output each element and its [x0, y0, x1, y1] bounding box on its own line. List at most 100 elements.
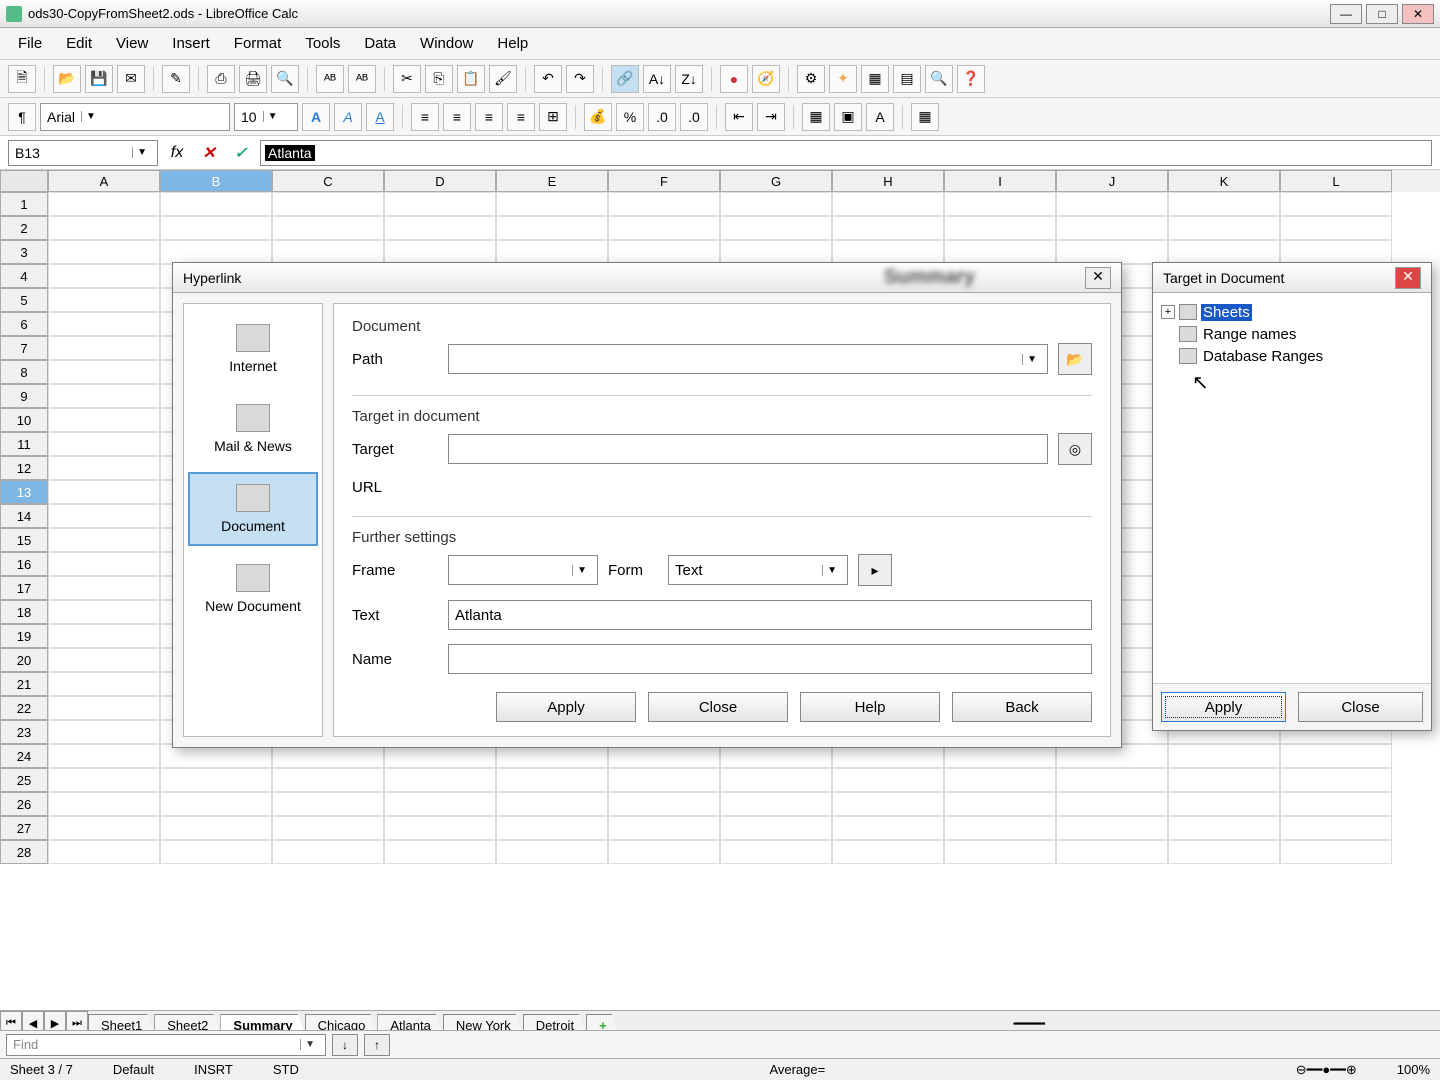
cell[interactable]: [384, 240, 496, 264]
cell[interactable]: [720, 792, 832, 816]
chart-icon[interactable]: ●: [720, 65, 748, 93]
menu-insert[interactable]: Insert: [162, 31, 220, 56]
apply-button[interactable]: Apply: [1161, 692, 1286, 722]
row-header[interactable]: 5: [0, 288, 48, 312]
cell[interactable]: [48, 384, 160, 408]
cell[interactable]: [160, 216, 272, 240]
add-decimal-icon[interactable]: .0: [648, 103, 676, 131]
cell[interactable]: [272, 792, 384, 816]
cell[interactable]: [160, 768, 272, 792]
find-next-icon[interactable]: ↓: [332, 1034, 358, 1056]
remove-decimal-icon[interactable]: .0: [680, 103, 708, 131]
cell[interactable]: [48, 816, 160, 840]
row-header[interactable]: 6: [0, 312, 48, 336]
cell[interactable]: [1168, 744, 1280, 768]
cell-reference-box[interactable]: B13▼: [8, 140, 158, 166]
merge-icon[interactable]: ⊞: [539, 103, 567, 131]
col-header[interactable]: I: [944, 170, 1056, 192]
zoom-icon[interactable]: 🔍: [925, 65, 953, 93]
accept-icon[interactable]: ✓: [228, 140, 254, 166]
menu-format[interactable]: Format: [224, 31, 292, 56]
menu-edit[interactable]: Edit: [56, 31, 102, 56]
align-justify-icon[interactable]: ≡: [507, 103, 535, 131]
close-button[interactable]: Close: [1298, 692, 1423, 722]
cell[interactable]: [48, 360, 160, 384]
help-icon[interactable]: ❓: [957, 65, 985, 93]
cell[interactable]: [1280, 816, 1392, 840]
datasource-icon[interactable]: ✦: [829, 65, 857, 93]
cell[interactable]: [48, 648, 160, 672]
row-header[interactable]: 1: [0, 192, 48, 216]
cell[interactable]: [496, 240, 608, 264]
cell[interactable]: [1168, 792, 1280, 816]
row-header[interactable]: 4: [0, 264, 48, 288]
menu-data[interactable]: Data: [354, 31, 406, 56]
italic-icon[interactable]: A: [334, 103, 362, 131]
cell[interactable]: [720, 816, 832, 840]
menu-window[interactable]: Window: [410, 31, 483, 56]
paste-icon[interactable]: 📋: [457, 65, 485, 93]
cell[interactable]: [1168, 816, 1280, 840]
row-header[interactable]: 23: [0, 720, 48, 744]
cell[interactable]: [1056, 768, 1168, 792]
category-internet[interactable]: Internet: [188, 312, 318, 386]
target-picker-icon[interactable]: ◎: [1058, 433, 1092, 465]
col-header[interactable]: J: [1056, 170, 1168, 192]
currency-icon[interactable]: 💰: [584, 103, 612, 131]
cell[interactable]: [1168, 840, 1280, 864]
cell[interactable]: [384, 816, 496, 840]
name-input[interactable]: [448, 644, 1092, 674]
category-document[interactable]: Document: [188, 472, 318, 546]
sort-asc-icon[interactable]: A↓: [643, 65, 671, 93]
cell[interactable]: [48, 696, 160, 720]
cell[interactable]: [832, 768, 944, 792]
cell[interactable]: [608, 216, 720, 240]
col-header[interactable]: G: [720, 170, 832, 192]
print-icon[interactable]: 🖨: [239, 65, 267, 93]
cell[interactable]: [48, 624, 160, 648]
cell[interactable]: [496, 216, 608, 240]
row-header[interactable]: 9: [0, 384, 48, 408]
cell[interactable]: [160, 816, 272, 840]
cell[interactable]: [272, 768, 384, 792]
cell[interactable]: [160, 192, 272, 216]
maximize-button[interactable]: □: [1366, 4, 1398, 24]
navigator-icon[interactable]: 🧭: [752, 65, 780, 93]
row-header[interactable]: 12: [0, 456, 48, 480]
cell[interactable]: [384, 792, 496, 816]
row-header[interactable]: 3: [0, 240, 48, 264]
cell[interactable]: [272, 240, 384, 264]
cell[interactable]: [1280, 840, 1392, 864]
cell[interactable]: [384, 768, 496, 792]
cell[interactable]: [496, 192, 608, 216]
cell[interactable]: [496, 840, 608, 864]
row-header[interactable]: 24: [0, 744, 48, 768]
save-icon[interactable]: 💾: [85, 65, 113, 93]
cell[interactable]: [1280, 792, 1392, 816]
preview-icon[interactable]: 🔍: [271, 65, 299, 93]
form-select[interactable]: Text▼: [668, 555, 848, 585]
cell[interactable]: [1168, 192, 1280, 216]
function-wizard-icon[interactable]: fx: [164, 140, 190, 166]
cell[interactable]: [944, 768, 1056, 792]
hyperlink-icon[interactable]: 🔗: [611, 65, 639, 93]
cell[interactable]: [1056, 240, 1168, 264]
sort-desc-icon[interactable]: Z↓: [675, 65, 703, 93]
row-header[interactable]: 13: [0, 480, 48, 504]
row-header[interactable]: 2: [0, 216, 48, 240]
cell[interactable]: [608, 192, 720, 216]
cell[interactable]: [160, 240, 272, 264]
row-header[interactable]: 10: [0, 408, 48, 432]
cell[interactable]: [48, 216, 160, 240]
cell[interactable]: [720, 192, 832, 216]
col-header[interactable]: D: [384, 170, 496, 192]
help-button[interactable]: Help: [800, 692, 940, 722]
row-header[interactable]: 27: [0, 816, 48, 840]
tree-item-sheets[interactable]: Sheets: [1201, 304, 1252, 321]
browse-file-icon[interactable]: 📂: [1058, 343, 1092, 375]
cell[interactable]: [1280, 744, 1392, 768]
cell[interactable]: [608, 816, 720, 840]
cell[interactable]: [720, 768, 832, 792]
cell[interactable]: [48, 456, 160, 480]
cell[interactable]: [832, 840, 944, 864]
